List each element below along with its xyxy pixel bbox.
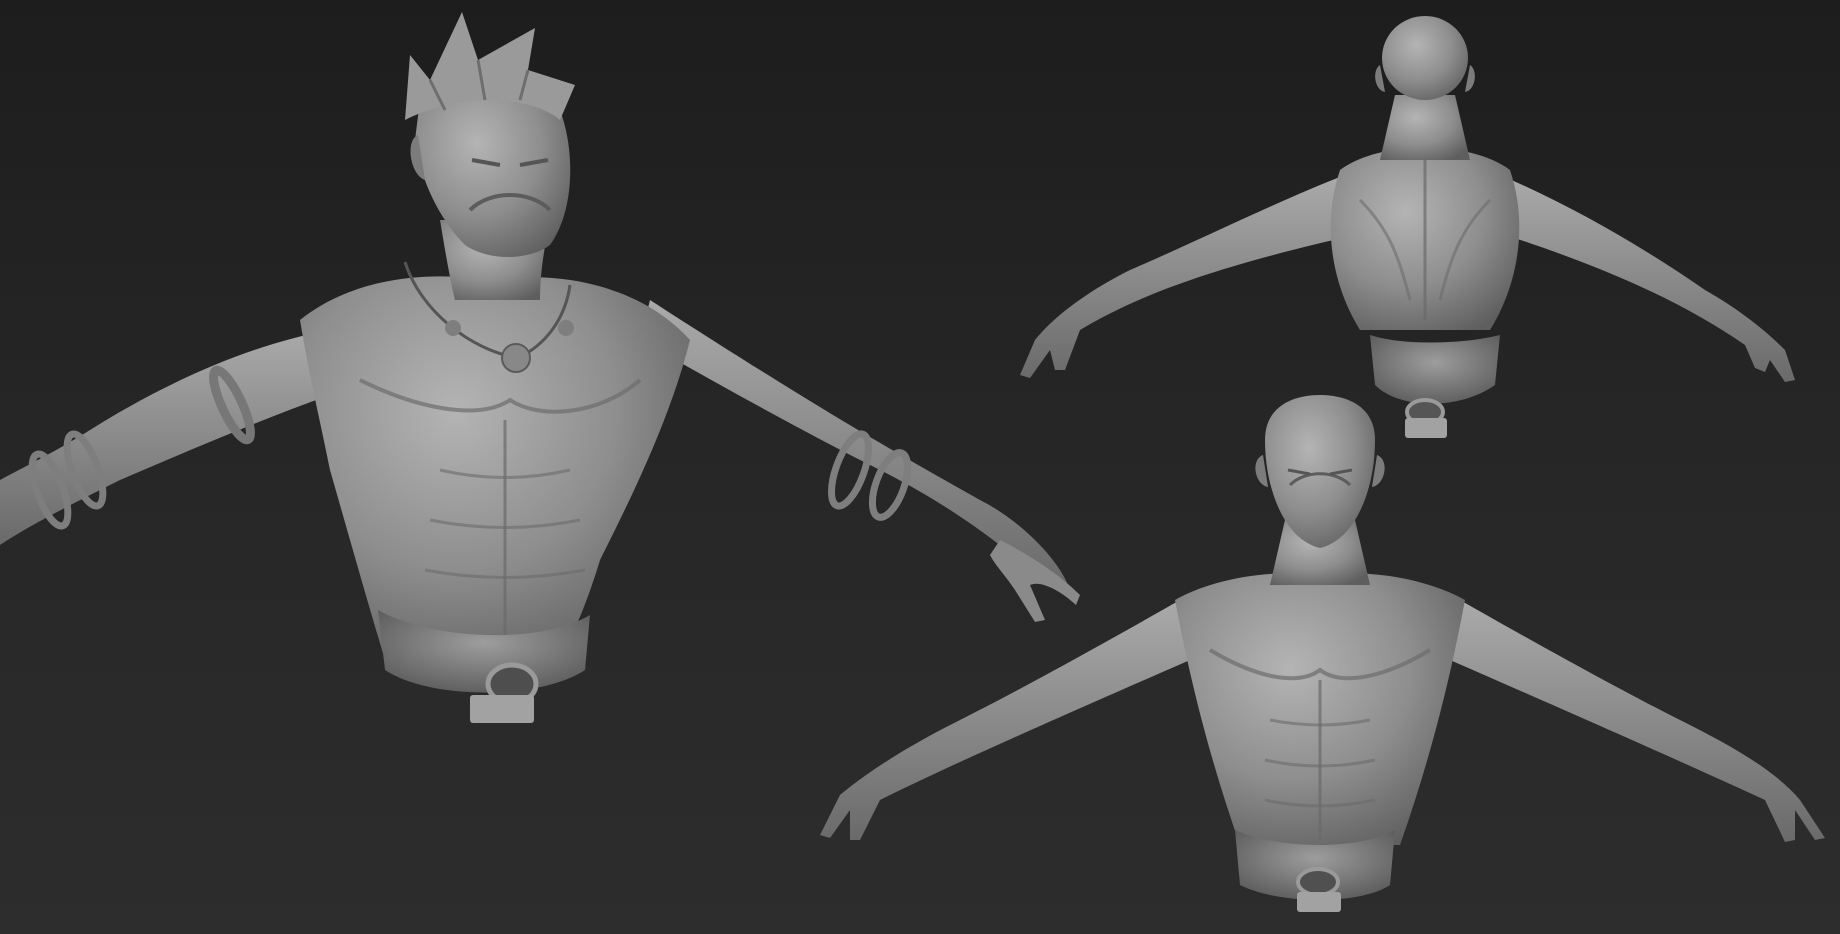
necklace-bead: [445, 320, 461, 336]
left-arm: [1020, 175, 1355, 378]
head: [1265, 395, 1375, 548]
torso: [300, 276, 690, 660]
head: [1382, 16, 1468, 100]
base-stand: [1297, 892, 1341, 912]
bust-front-three-quarter: [0, 12, 1080, 723]
necklace-bead: [558, 320, 574, 336]
bust-front-view: [820, 395, 1825, 912]
left-arm: [820, 600, 1190, 840]
right-arm: [1490, 175, 1795, 382]
belt: [1370, 335, 1500, 404]
right-arm: [1450, 600, 1825, 842]
neck: [1380, 95, 1470, 160]
sculpt-viewport[interactable]: [0, 0, 1840, 934]
sculpt-render: [0, 12, 1825, 912]
base-stand: [470, 695, 534, 723]
base-stand: [1405, 418, 1447, 438]
bust-back-view: [1020, 16, 1795, 438]
necklace-pendant: [501, 343, 531, 373]
belt-buckle: [1296, 867, 1340, 897]
